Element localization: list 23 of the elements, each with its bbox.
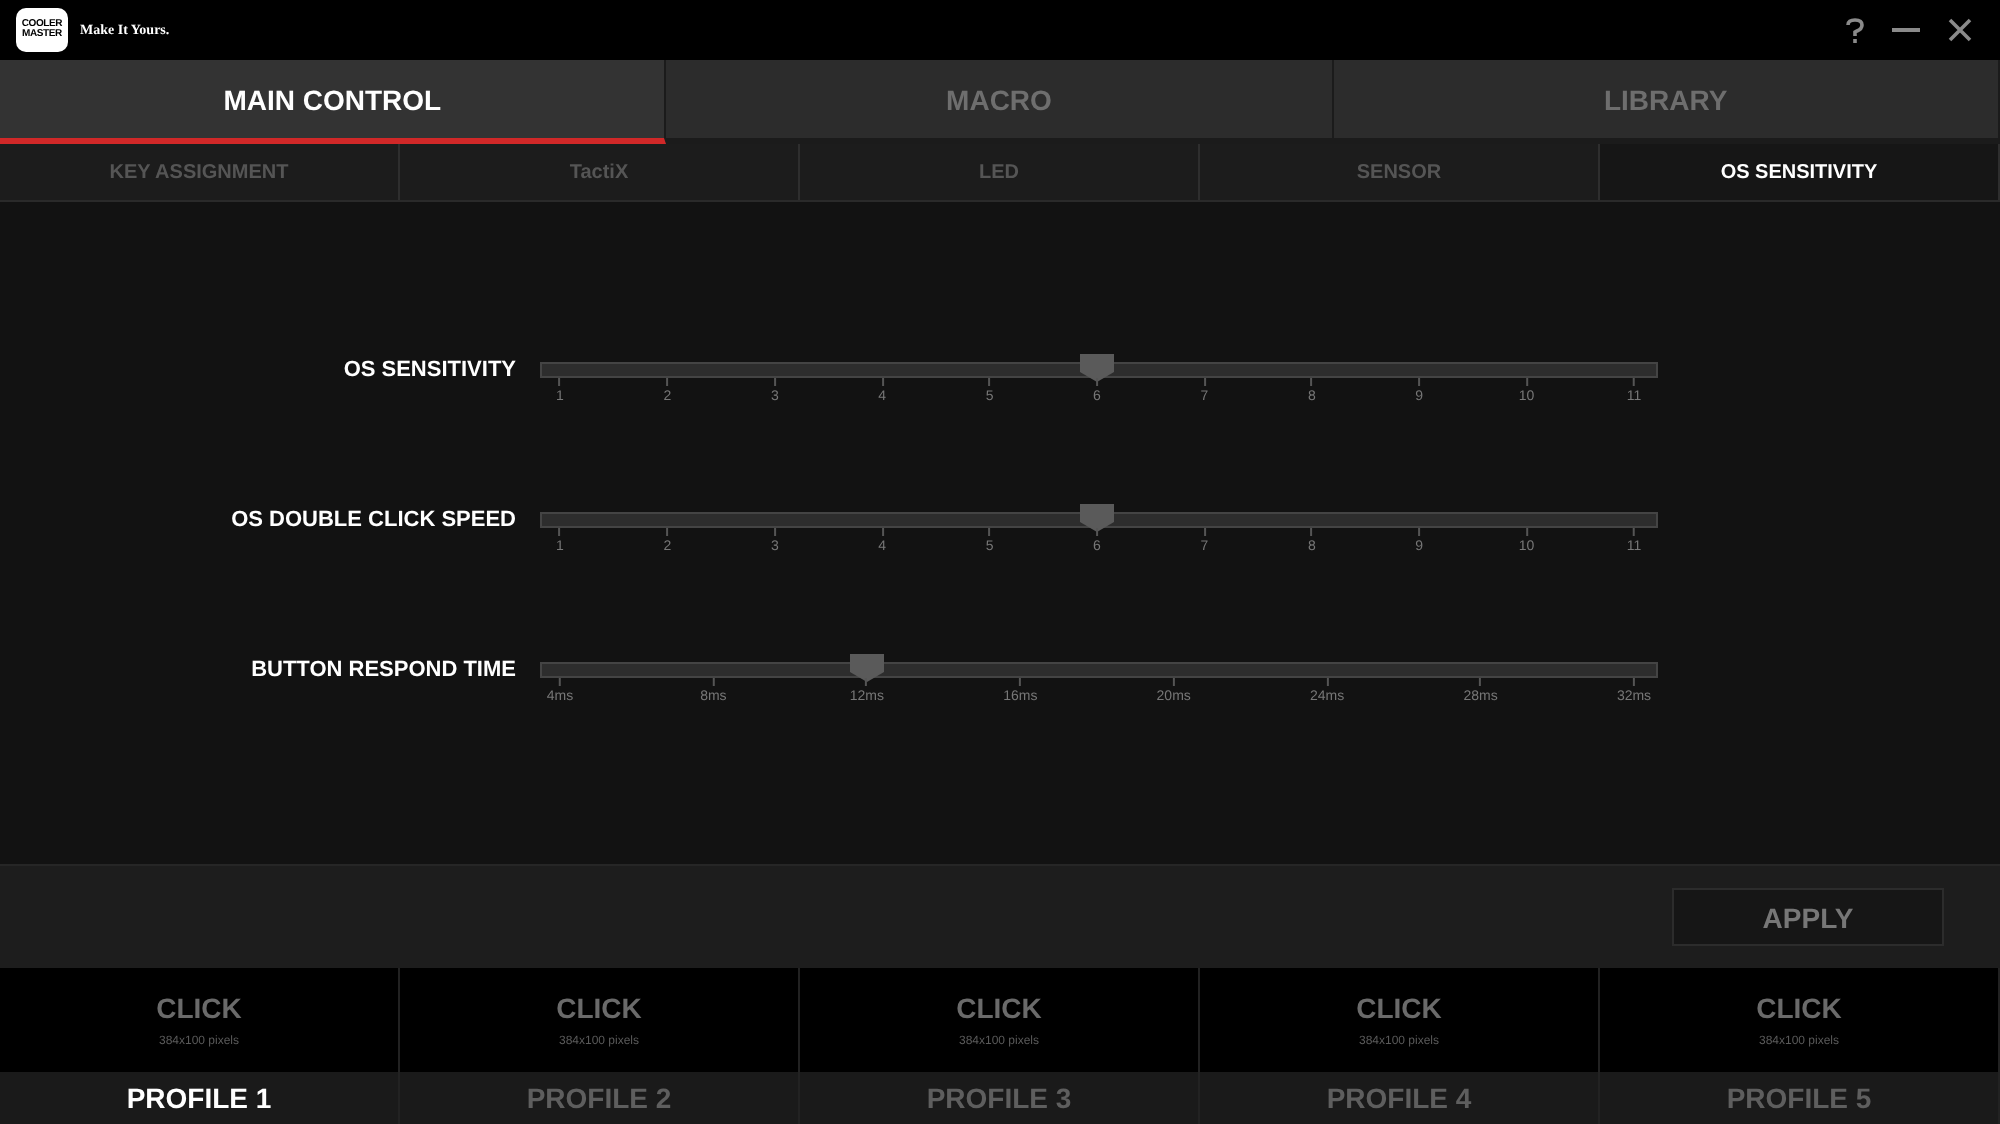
slider-label: OS DOUBLE CLICK SPEED bbox=[229, 506, 518, 534]
slider-thumb[interactable] bbox=[1080, 504, 1114, 532]
slider-thumb[interactable] bbox=[850, 654, 885, 682]
sub-tab[interactable]: OS SENSITIVITY bbox=[1600, 144, 2000, 200]
profile-tab[interactable]: PROFILE 1 bbox=[0, 1072, 398, 1124]
slider-thumb[interactable] bbox=[1080, 354, 1114, 382]
placeholder-title: CLICK bbox=[556, 992, 642, 1024]
profile-tab[interactable]: PROFILE 4 bbox=[1200, 1072, 1598, 1124]
placeholder-title: CLICK bbox=[956, 992, 1042, 1024]
apply-button[interactable]: APPLY bbox=[1672, 888, 1944, 946]
placeholder-title: CLICK bbox=[1356, 992, 1442, 1024]
profile-tab[interactable]: PROFILE 5 bbox=[1600, 1072, 1998, 1124]
slider-label: OS SENSITIVITY bbox=[341, 356, 518, 384]
help-icon[interactable] bbox=[1846, 17, 1864, 43]
profile-tab[interactable]: PROFILE 2 bbox=[400, 1072, 798, 1124]
placeholder-title: CLICK bbox=[1756, 992, 1842, 1024]
placeholder-title: CLICK bbox=[156, 992, 242, 1024]
slider-label: BUTTON RESPOND TIME bbox=[249, 656, 518, 684]
main-tab[interactable]: MAIN CONTROL bbox=[0, 60, 667, 144]
main-tab[interactable]: MACRO bbox=[666, 60, 1334, 144]
main-tab[interactable]: LIBRARY bbox=[1333, 60, 2000, 144]
profile-tab[interactable]: PROFILE 3 bbox=[800, 1072, 1198, 1124]
close-icon[interactable] bbox=[1948, 18, 1972, 42]
